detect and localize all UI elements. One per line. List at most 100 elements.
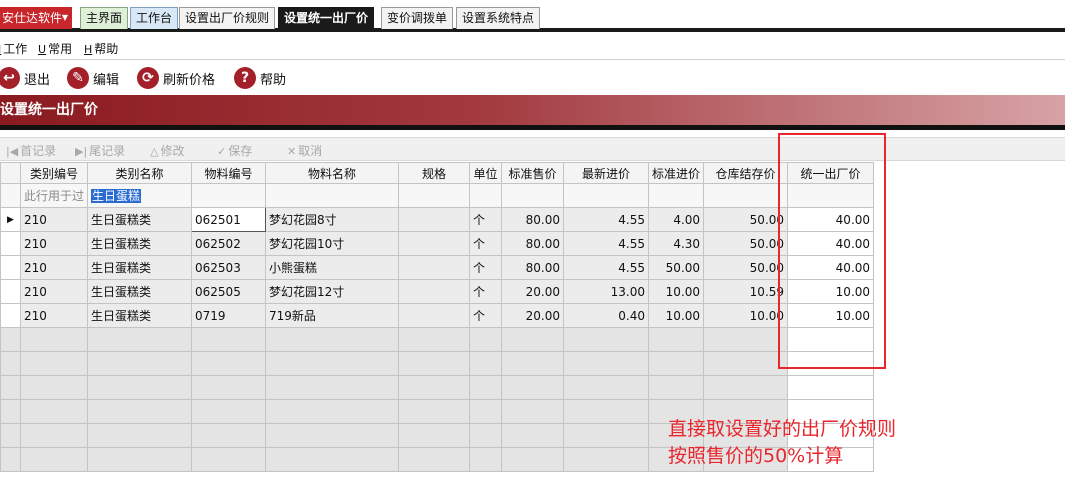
annotation-line-2: 按照售价的50%计算 bbox=[668, 445, 844, 467]
column-header[interactable]: 单位 bbox=[469, 162, 503, 184]
app-menu-button[interactable]: 安仕达软件 ▼ bbox=[0, 7, 72, 29]
tab-home[interactable]: 主界面 bbox=[80, 7, 129, 29]
empty-cell bbox=[19, 351, 89, 376]
row-indicator bbox=[0, 423, 21, 448]
empty-cell bbox=[398, 447, 471, 472]
material-code-cell[interactable]: 062501 bbox=[191, 207, 267, 232]
empty-cell bbox=[501, 447, 565, 472]
empty-cell bbox=[19, 447, 89, 472]
column-header[interactable]: 物料编号 bbox=[191, 162, 267, 184]
filter-cell[interactable] bbox=[191, 183, 267, 208]
tab-price-transfer[interactable]: 变价调拨单 bbox=[381, 7, 454, 29]
empty-cell bbox=[563, 351, 650, 376]
empty-cell bbox=[265, 351, 400, 376]
modify-button[interactable]: △ 修改 bbox=[150, 142, 184, 159]
standard-price-cell: 20.00 bbox=[501, 279, 565, 304]
last-record-icon: ▶| bbox=[75, 145, 88, 158]
column-header[interactable]: 类别名称 bbox=[87, 162, 193, 184]
table-row[interactable]: 210 生日蛋糕类 062502 梦幻花园10寸 个 80.00 4.55 4.… bbox=[0, 231, 875, 256]
caret-down-icon: ▼ bbox=[61, 13, 68, 22]
table-row[interactable]: 210 生日蛋糕类 062503 小熊蛋糕 个 80.00 4.55 50.00… bbox=[0, 255, 875, 280]
help-button[interactable]: ? 帮助 bbox=[234, 65, 286, 91]
tab-system-features[interactable]: 设置系统特点 bbox=[456, 7, 541, 29]
empty-cell bbox=[87, 375, 193, 400]
banner-divider bbox=[0, 125, 1065, 130]
filter-cell[interactable] bbox=[787, 183, 875, 208]
filter-cell[interactable] bbox=[265, 183, 400, 208]
unified-factory-price-cell[interactable]: 40.00 bbox=[787, 207, 875, 232]
empty-cell bbox=[648, 375, 705, 400]
modify-icon: △ bbox=[150, 145, 159, 158]
unified-factory-price-cell[interactable]: 40.00 bbox=[787, 255, 875, 280]
unified-factory-price-cell[interactable]: 40.00 bbox=[787, 231, 875, 256]
filter-cell[interactable] bbox=[501, 183, 565, 208]
last-record-label: 尾记录 bbox=[89, 144, 126, 158]
exit-label: 退出 bbox=[24, 72, 51, 88]
unified-factory-price-cell[interactable]: 10.00 bbox=[787, 279, 875, 304]
empty-cell bbox=[87, 327, 193, 352]
empty-cell bbox=[265, 447, 400, 472]
table-row[interactable]: ▶ 210 生日蛋糕类 062501 梦幻花园8寸 个 80.00 4.55 4… bbox=[0, 207, 875, 232]
unified-factory-price-cell[interactable]: 10.00 bbox=[787, 303, 875, 328]
category-code-cell: 210 bbox=[19, 303, 89, 328]
row-indicator-header bbox=[0, 162, 21, 184]
refresh-price-button[interactable]: ⟳ 刷新价格 bbox=[137, 65, 215, 91]
first-record-button[interactable]: |◀ 首记录 bbox=[6, 142, 56, 159]
filter-cell[interactable] bbox=[563, 183, 650, 208]
header-row: 类别编号 类别名称 物料编号 物料名称 规格 单位 标准售价 最新进价 标准进价… bbox=[0, 162, 875, 184]
tab-unified-factory-price[interactable]: 设置统一出厂价 bbox=[278, 7, 375, 29]
unit-cell: 个 bbox=[469, 303, 503, 328]
last-record-button[interactable]: ▶| 尾记录 bbox=[75, 142, 125, 159]
page-title: 设置统一出厂价 bbox=[0, 102, 98, 118]
exit-icon: ↩ bbox=[0, 67, 20, 89]
top-tab-bar: 安仕达软件 ▼ 主界面 工作台 设置出厂价规则 设置统一出厂价 变价调拨单 设置… bbox=[0, 0, 1065, 32]
menu-help[interactable]: H 帮助 bbox=[84, 40, 118, 57]
save-button[interactable]: ✓ 保存 bbox=[217, 142, 252, 159]
standard-price-cell: 80.00 bbox=[501, 255, 565, 280]
empty-cell bbox=[648, 351, 705, 376]
column-header[interactable]: 类别编号 bbox=[19, 162, 89, 184]
tab-factory-price-rules[interactable]: 设置出厂价规则 bbox=[179, 7, 276, 29]
column-header[interactable]: 统一出厂价 bbox=[787, 162, 875, 184]
menu-common[interactable]: U 常用 bbox=[38, 40, 72, 57]
column-header[interactable]: 标准售价 bbox=[501, 162, 565, 184]
filter-row: 此行用于过 生日蛋糕 bbox=[0, 183, 875, 208]
menu-work[interactable]: I工作 bbox=[0, 40, 27, 57]
column-header[interactable]: 标准进价 bbox=[648, 162, 705, 184]
filter-cell[interactable] bbox=[703, 183, 789, 208]
filter-hint[interactable]: 此行用于过 bbox=[19, 183, 89, 208]
empty-cell bbox=[501, 423, 565, 448]
filter-cell[interactable] bbox=[648, 183, 705, 208]
column-header[interactable]: 最新进价 bbox=[563, 162, 650, 184]
exit-button[interactable]: ↩ 退出 bbox=[0, 65, 50, 91]
filter-cell[interactable] bbox=[398, 183, 471, 208]
spec-cell bbox=[398, 207, 471, 232]
column-header[interactable]: 规格 bbox=[398, 162, 471, 184]
refresh-label: 刷新价格 bbox=[163, 72, 216, 88]
column-header[interactable]: 仓库结存价 bbox=[703, 162, 789, 184]
filter-cell[interactable] bbox=[469, 183, 503, 208]
tab-workbench[interactable]: 工作台 bbox=[130, 7, 179, 29]
save-label: 保存 bbox=[228, 144, 253, 158]
table-row[interactable]: 210 生日蛋糕类 0719 719新品 个 20.00 0.40 10.00 … bbox=[0, 303, 875, 328]
material-code-cell: 0719 bbox=[191, 303, 267, 328]
edit-button[interactable]: ✎ 编辑 bbox=[67, 65, 119, 91]
standard-cost-cell: 4.30 bbox=[648, 231, 705, 256]
stock-price-cell: 50.00 bbox=[703, 255, 789, 280]
edit-label: 编辑 bbox=[93, 72, 120, 88]
filter-category-name-input[interactable]: 生日蛋糕 bbox=[87, 183, 193, 208]
cancel-icon: ✕ bbox=[287, 145, 297, 158]
help-icon: ? bbox=[234, 67, 256, 89]
material-name-cell: 梦幻花园8寸 bbox=[265, 207, 400, 232]
empty-cell bbox=[787, 351, 875, 376]
standard-price-cell: 20.00 bbox=[501, 303, 565, 328]
spec-cell bbox=[398, 231, 471, 256]
cancel-button[interactable]: ✕ 取消 bbox=[287, 142, 322, 159]
empty-cell bbox=[19, 423, 89, 448]
unit-cell: 个 bbox=[469, 255, 503, 280]
page-title-banner: 设置统一出厂价 bbox=[0, 95, 1065, 125]
empty-row bbox=[0, 375, 875, 400]
column-header[interactable]: 物料名称 bbox=[265, 162, 400, 184]
empty-cell bbox=[469, 351, 503, 376]
table-row[interactable]: 210 生日蛋糕类 062505 梦幻花园12寸 个 20.00 13.00 1… bbox=[0, 279, 875, 304]
